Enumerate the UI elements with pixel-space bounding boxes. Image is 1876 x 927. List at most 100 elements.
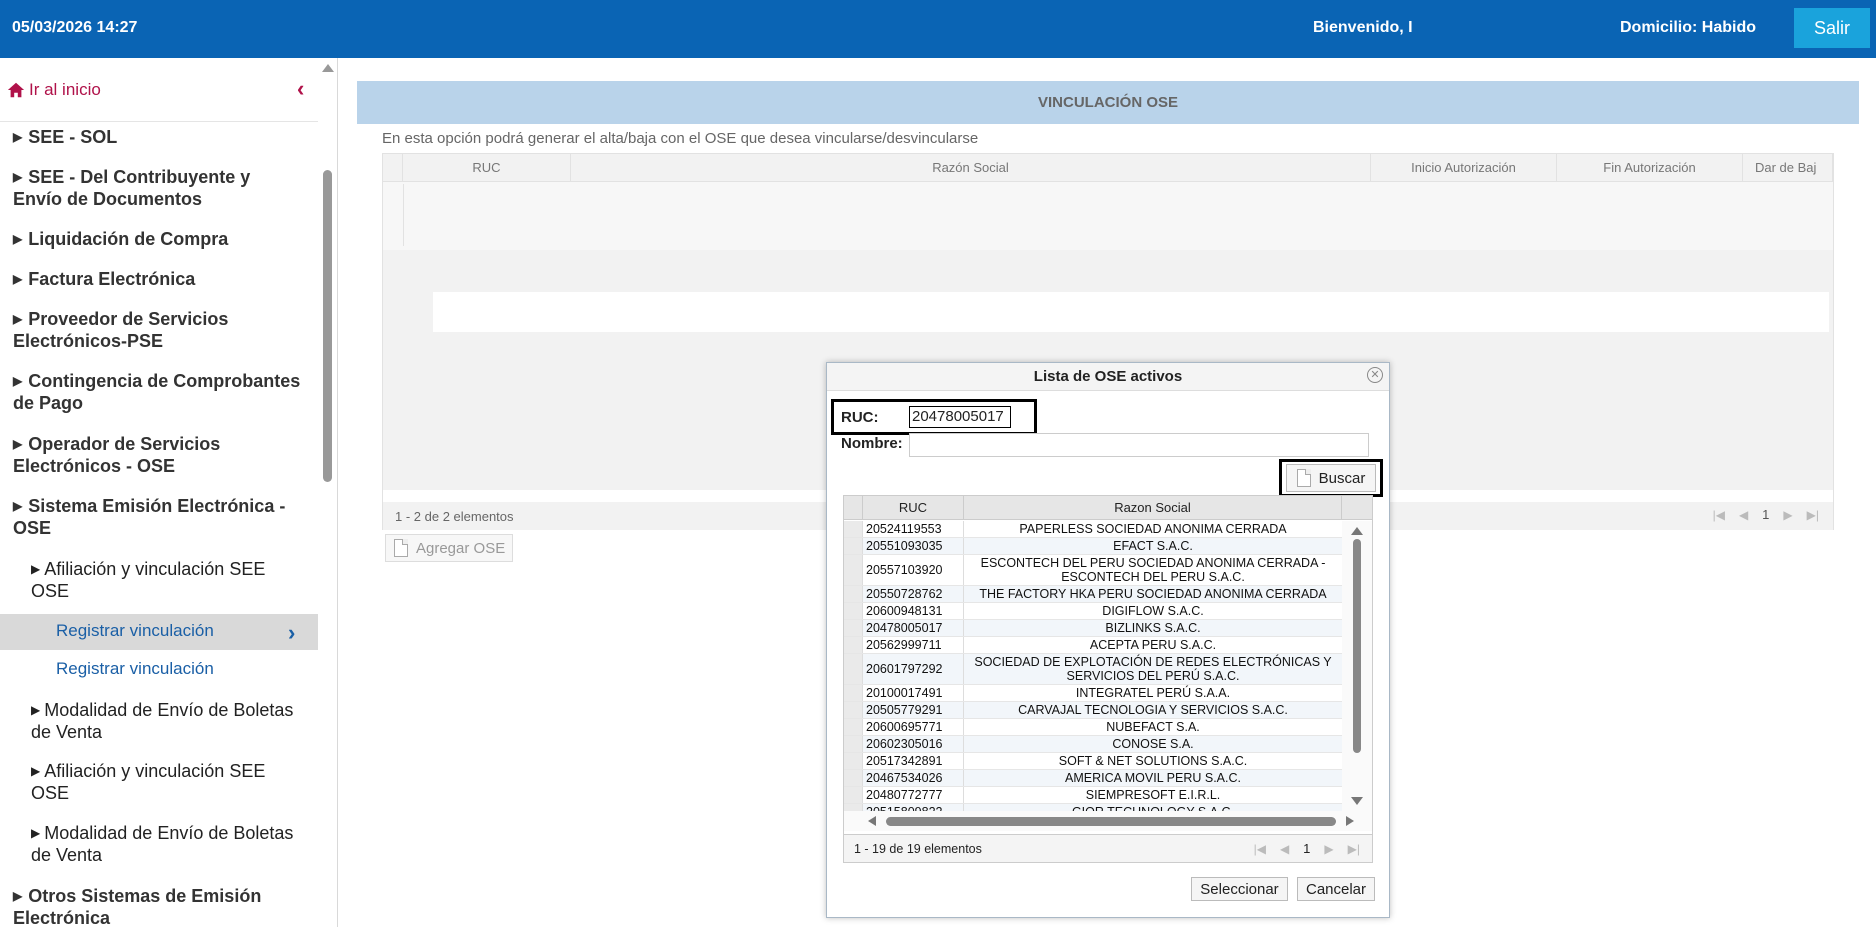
table-row[interactable]: 20480772777 SIEMPRESOFT E.I.R.L. xyxy=(844,787,1342,804)
search-button[interactable]: Buscar xyxy=(1286,464,1376,492)
row-selector[interactable] xyxy=(844,521,863,537)
submenu-item-afiliacion[interactable]: ▶ Afiliación y vinculación SEE OSE xyxy=(31,558,301,602)
list-pager: |◀ ◀ 1 ▶ ▶| xyxy=(1254,841,1360,856)
document-icon xyxy=(1296,469,1311,487)
scroll-right-arrow-icon[interactable] xyxy=(1346,816,1354,826)
table-row[interactable]: 20600948131 DIGIFLOW S.A.C. xyxy=(844,603,1342,620)
row-ruc: 20100017491 xyxy=(863,685,964,701)
page-title: VINCULACIÓN OSE xyxy=(357,81,1859,124)
list-col-ruc[interactable]: RUC xyxy=(863,496,964,520)
nombre-input[interactable] xyxy=(909,433,1369,457)
row-selector[interactable] xyxy=(844,654,863,684)
leaf-registrar-vinculacion[interactable]: Registrar vinculación xyxy=(56,659,214,679)
row-selector[interactable] xyxy=(844,753,863,769)
divider xyxy=(0,121,318,122)
expand-triangle-icon: ▶ xyxy=(13,499,23,513)
row-selector[interactable] xyxy=(844,702,863,718)
scroll-up-arrow-icon[interactable] xyxy=(322,64,334,72)
search-button-label: Buscar xyxy=(1318,469,1366,487)
submenu-item-modalidad[interactable]: ▶ Modalidad de Envío de Boletas de Venta xyxy=(31,699,301,743)
grid-col-ruc[interactable]: RUC xyxy=(403,154,571,182)
submenu-item-modalidad-2[interactable]: ▶ Modalidad de Envío de Boletas de Venta xyxy=(31,822,301,866)
row-selector[interactable] xyxy=(844,637,863,653)
table-row[interactable]: 20602305016 CONOSE S.A. xyxy=(844,736,1342,753)
prev-page-icon[interactable]: ◀ xyxy=(1280,842,1289,856)
grid-col-baja[interactable]: Dar de Baj xyxy=(1743,154,1833,182)
last-page-icon[interactable]: ▶| xyxy=(1807,508,1819,522)
menu-item-ose[interactable]: ▶ Operador de Servicios Electrónicos - OS… xyxy=(13,433,303,477)
row-ruc: 20551093035 xyxy=(863,538,964,554)
menu-item-contingencia[interactable]: ▶ Contingencia de Comprobantes de Pago xyxy=(13,370,303,414)
table-row[interactable]: 20557103920 ESCONTECH DEL PERU SOCIEDAD A… xyxy=(844,555,1342,586)
list-hscroll-thumb[interactable] xyxy=(886,817,1336,826)
first-page-icon[interactable]: |◀ xyxy=(1713,508,1725,522)
menu-item-pse[interactable]: ▶ Proveedor de Servicios Electrónicos-PSE xyxy=(13,308,303,352)
menu-item-otros-sistemas[interactable]: ▶ Otros Sistemas de Emisión Electrónica xyxy=(13,885,303,927)
table-row[interactable]: 20517342891 SOFT & NET SOLUTIONS S.A.C. xyxy=(844,753,1342,770)
ruc-input[interactable]: 20478005017 xyxy=(909,406,1011,428)
table-row[interactable]: 20100017491 INTEGRATEL PERÚ S.A.A. xyxy=(844,685,1342,702)
list-horizontal-scrollbar[interactable] xyxy=(844,811,1372,831)
table-row[interactable]: 20551093035 EFACT S.A.C. xyxy=(844,538,1342,555)
grid-col-fin[interactable]: Fin Autorización xyxy=(1557,154,1743,182)
table-row[interactable]: 20505779291 CARVAJAL TECNOLOGIA Y SERVICI… xyxy=(844,702,1342,719)
scroll-up-arrow-icon[interactable] xyxy=(1351,527,1363,535)
menu-item-label: Contingencia de Comprobantes de Pago xyxy=(13,371,301,413)
menu-item-factura-electronica[interactable]: ▶ Factura Electrónica xyxy=(13,268,303,290)
list-col-razon-social[interactable]: Razon Social xyxy=(964,496,1342,520)
grid-record-count: 1 - 2 de 2 elementos xyxy=(395,509,514,524)
table-row[interactable]: 20550728762 THE FACTORY HKA PERU SOCIEDAD… xyxy=(844,586,1342,603)
menu-item-see-contribuyente[interactable]: ▶ SEE - Del Contribuyente y Envío de Docu… xyxy=(13,166,303,210)
row-selector[interactable] xyxy=(844,787,863,803)
list-record-count: 1 - 19 de 19 elementos xyxy=(854,842,982,856)
row-selector[interactable] xyxy=(844,770,863,786)
list-vertical-scrollbar[interactable] xyxy=(1342,521,1372,811)
prev-page-icon[interactable]: ◀ xyxy=(1739,508,1748,522)
table-row[interactable]: 20600695771 NUBEFACT S.A. xyxy=(844,719,1342,736)
select-button[interactable]: Seleccionar xyxy=(1191,877,1288,901)
menu-item-see-sol[interactable]: ▶ SEE - SOL xyxy=(13,126,303,148)
row-selector[interactable] xyxy=(844,603,863,619)
cancel-button[interactable]: Cancelar xyxy=(1297,877,1375,901)
submenu-item-label: Modalidad de Envío de Boletas de Venta xyxy=(31,700,294,742)
row-ruc: 20602305016 xyxy=(863,736,964,752)
row-selector[interactable] xyxy=(844,736,863,752)
next-page-icon[interactable]: ▶ xyxy=(1783,508,1792,522)
row-selector[interactable] xyxy=(844,555,863,585)
row-razon-social: DIGIFLOW S.A.C. xyxy=(1102,604,1204,618)
table-row[interactable]: 20478005017 BIZLINKS S.A.C. xyxy=(844,620,1342,637)
row-selector[interactable] xyxy=(844,620,863,636)
row-ruc: 20467534026 xyxy=(863,770,964,786)
collapse-sidebar-icon[interactable]: ‹ xyxy=(297,78,304,100)
add-ose-button[interactable]: Agregar OSE xyxy=(385,534,513,562)
menu-item-liquidacion-compra[interactable]: ▶ Liquidación de Compra xyxy=(13,228,303,250)
row-selector[interactable] xyxy=(844,586,863,602)
row-razon-social: SOFT & NET SOLUTIONS S.A.C. xyxy=(1058,754,1248,768)
row-ruc: 20557103920 xyxy=(863,555,964,585)
table-row[interactable]: 20524119553 PAPERLESS SOCIEDAD ANONIMA CE… xyxy=(844,521,1342,538)
submenu-item-afiliacion-2[interactable]: ▶ Afiliación y vinculación SEE OSE xyxy=(31,760,301,804)
scroll-down-arrow-icon[interactable] xyxy=(1351,797,1363,805)
row-selector[interactable] xyxy=(844,719,863,735)
grid-col-razon-social[interactable]: Razón Social xyxy=(571,154,1371,182)
row-selector[interactable] xyxy=(844,685,863,701)
sidebar-scroll-thumb[interactable] xyxy=(323,170,332,482)
grid-col-inicio[interactable]: Inicio Autorización xyxy=(1371,154,1557,182)
list-vscroll-thumb[interactable] xyxy=(1353,539,1361,753)
leaf-registrar-vinculacion-active[interactable]: Registrar vinculación xyxy=(56,621,214,641)
list-page-number[interactable]: 1 xyxy=(1303,841,1310,856)
table-row[interactable]: 20601797292 SOCIEDAD DE EXPLOTACIÓN DE RE… xyxy=(844,654,1342,685)
grid-page-number[interactable]: 1 xyxy=(1762,507,1769,522)
first-page-icon[interactable]: |◀ xyxy=(1254,842,1266,856)
table-row[interactable]: 20467534026 AMERICA MOVIL PERU S.A.C. xyxy=(844,770,1342,787)
logout-button[interactable]: Salir xyxy=(1794,8,1870,48)
home-link[interactable]: Ir al inicio xyxy=(7,80,101,100)
row-selector[interactable] xyxy=(844,538,863,554)
menu-item-sistema-emision-ose[interactable]: ▶ Sistema Emisión Electrónica - OSE xyxy=(13,495,303,539)
last-page-icon[interactable]: ▶| xyxy=(1348,842,1360,856)
table-row[interactable]: 20562999711 ACEPTA PERU S.A.C. xyxy=(844,637,1342,654)
next-page-icon[interactable]: ▶ xyxy=(1324,842,1333,856)
row-razon-social: AMERICA MOVIL PERU S.A.C. xyxy=(1065,771,1241,785)
scroll-left-arrow-icon[interactable] xyxy=(868,816,876,826)
close-icon[interactable]: ✕ xyxy=(1367,367,1383,383)
